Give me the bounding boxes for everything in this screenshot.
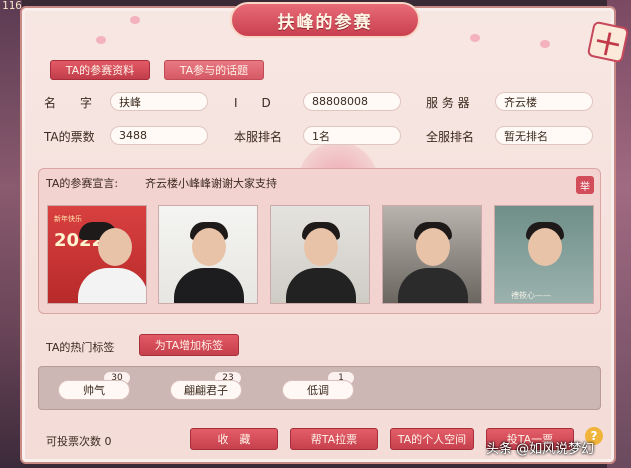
petal-decoration [130,16,140,24]
favorite-button[interactable]: 收 藏 [190,428,278,450]
close-button[interactable]: 十 [586,20,630,64]
add-tag-button[interactable]: 为TA增加标签 [139,334,239,356]
person-body [78,268,146,303]
server-rank-label: 本服排名 [234,130,283,144]
person-body [398,268,468,303]
person-head [304,228,338,266]
votes-label: TA的票数 [44,130,95,144]
person-head [528,228,562,266]
tag-item[interactable]: 帅气 [58,380,130,400]
petal-decoration [540,40,550,48]
corner-level-text: 116 [2,0,22,12]
photo-thumbnail[interactable]: 禮筱心—— [494,205,594,304]
server-rank-field: 1名 [303,126,401,145]
person-head [192,228,226,266]
global-rank-field: 暂无排名 [495,126,593,145]
person-body [174,268,244,303]
canvass-button[interactable]: 帮TA拉票 [290,428,378,450]
photo-thumbnail[interactable] [270,205,370,304]
person-head [98,228,132,266]
tags-label: TA的热门标签 [46,341,115,354]
photo-signature: 禮筱心—— [511,291,551,300]
global-rank-label: 全服排名 [426,130,475,144]
tab-profile[interactable]: TA的参赛资料 [50,60,150,80]
photo-thumbnail[interactable]: 新年快乐 2022 [47,205,147,304]
name-label: 名 字 [44,96,93,110]
personal-space-button[interactable]: TA的个人空间 [390,428,474,450]
votes-left-value: 0 [104,435,112,448]
person-head [416,228,450,266]
petal-decoration [96,36,106,44]
votes-field: 3488 [110,126,208,145]
person-body [286,268,356,303]
id-label: I D [234,96,271,110]
declaration-label: TA的参赛宣言: [46,177,119,190]
watermark-text: 头条 @如风说梦幻 [486,442,595,457]
votes-left-text: 可投票次数 0 [46,433,112,449]
id-field: 88808008 [303,92,401,111]
votes-left-label: 可投票次数 [46,435,101,448]
report-button[interactable]: 举 [576,176,594,194]
tab-topics[interactable]: TA参与的话题 [164,60,264,80]
server-field: 齐云楼 [495,92,593,111]
photo-thumbnail[interactable] [382,205,482,304]
window-title: 扶峰的参赛 [230,2,420,38]
photo-thumbnail[interactable] [158,205,258,304]
background-left [0,0,22,468]
name-field: 扶峰 [110,92,208,111]
tag-item[interactable]: 低调 [282,380,354,400]
tag-item[interactable]: 翩翩君子 [170,380,242,400]
petal-decoration [470,34,480,42]
photo-caption-small: 新年快乐 [54,215,82,223]
server-label: 服 务 器 [426,96,470,110]
declaration-text: 齐云楼小峰峰谢谢大家支持 [145,177,277,190]
